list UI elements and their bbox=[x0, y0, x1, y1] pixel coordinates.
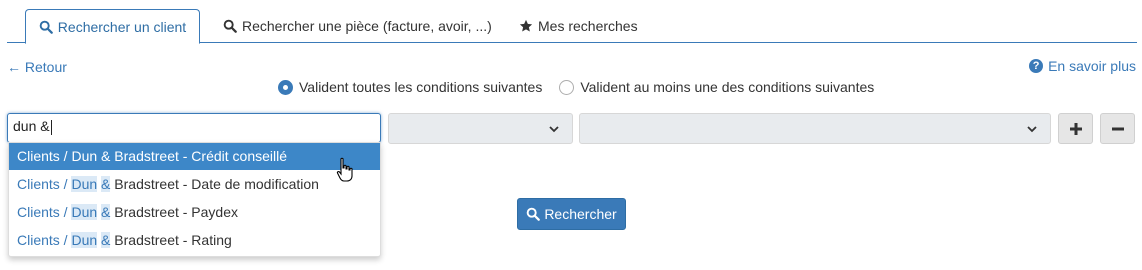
chevron-down-icon bbox=[1027, 126, 1037, 133]
radio-any-condition[interactable]: Valident au moins une des conditions sui… bbox=[559, 79, 874, 95]
tab-label: Mes recherches bbox=[538, 18, 638, 34]
tab-rechercher-client[interactable]: Rechercher un client bbox=[25, 9, 200, 44]
chevron-down-icon bbox=[549, 126, 559, 133]
option-suffix: Bradstreet - Crédit conseillé bbox=[110, 148, 288, 164]
value-select[interactable] bbox=[579, 113, 1051, 144]
tab-label: Rechercher une pièce (facture, avoir, ..… bbox=[242, 18, 492, 34]
help-label: En savoir plus bbox=[1048, 58, 1136, 74]
option-match: & bbox=[101, 148, 111, 164]
operator-select[interactable] bbox=[388, 113, 573, 144]
option-prefix: Clients / bbox=[17, 204, 72, 220]
condition-radios: Valident toutes les conditions suivantes… bbox=[278, 79, 874, 95]
tab-mes-recherches[interactable]: Mes recherches bbox=[519, 9, 638, 43]
autocomplete-dropdown: Clients / Dun & Bradstreet - Crédit cons… bbox=[8, 142, 381, 257]
search-icon bbox=[223, 19, 237, 33]
radio-all-conditions[interactable]: Valident toutes les conditions suivantes bbox=[278, 79, 542, 95]
autocomplete-option-date-modification[interactable]: Clients / Dun & Bradstreet - Date de mod… bbox=[9, 170, 380, 198]
option-suffix: Bradstreet - Rating bbox=[110, 232, 232, 248]
search-button-label: Rechercher bbox=[544, 206, 617, 222]
autocomplete-option-rating[interactable]: Clients / Dun & Bradstreet - Rating bbox=[9, 226, 380, 254]
search-icon bbox=[39, 20, 53, 34]
autocomplete-option-paydex[interactable]: Clients / Dun & Bradstreet - Paydex bbox=[9, 198, 380, 226]
plus-icon bbox=[1069, 122, 1082, 135]
back-label: ← Retour bbox=[7, 59, 67, 75]
question-icon: ? bbox=[1029, 59, 1044, 73]
criteria-field-value: dun & bbox=[13, 118, 50, 134]
star-icon bbox=[519, 19, 533, 32]
remove-criteria-button[interactable] bbox=[1100, 113, 1135, 144]
back-link[interactable]: ← Retour bbox=[7, 59, 67, 75]
option-match: & bbox=[101, 176, 111, 192]
tab-bar: Rechercher un client Rechercher une pièc… bbox=[7, 9, 1137, 44]
hand-cursor-icon bbox=[336, 157, 353, 182]
tab-rechercher-piece[interactable]: Rechercher une pièce (facture, avoir, ..… bbox=[223, 9, 492, 43]
minus-icon bbox=[1111, 127, 1124, 130]
tab-label: Rechercher un client bbox=[57, 18, 187, 35]
add-criteria-button[interactable] bbox=[1058, 113, 1093, 144]
autocomplete-option-credit-conseille[interactable]: Clients / Dun & Bradstreet - Crédit cons… bbox=[9, 143, 380, 170]
search-button[interactable]: Rechercher bbox=[517, 198, 626, 230]
search-icon bbox=[527, 207, 541, 221]
option-match: Dun bbox=[71, 176, 98, 192]
option-suffix: Bradstreet - Date de modification bbox=[110, 176, 319, 192]
option-suffix: Bradstreet - Paydex bbox=[110, 204, 239, 220]
radio-any-label: Valident au moins une des conditions sui… bbox=[580, 79, 875, 95]
option-prefix: Clients / bbox=[17, 148, 72, 164]
option-match: & bbox=[101, 232, 111, 248]
option-match: Dun bbox=[71, 232, 98, 248]
radio-checked[interactable] bbox=[278, 79, 293, 95]
radio-all-label: Valident toutes les conditions suivantes bbox=[299, 79, 543, 95]
radio-unchecked[interactable] bbox=[559, 79, 575, 95]
option-prefix: Clients / bbox=[17, 232, 72, 248]
option-match: & bbox=[101, 204, 111, 220]
option-prefix: Clients / bbox=[17, 176, 72, 192]
text-caret bbox=[50, 119, 52, 135]
help-link[interactable]: ? En savoir plus bbox=[1029, 58, 1136, 74]
option-match: Dun bbox=[71, 204, 98, 220]
criteria-field-input[interactable]: dun & bbox=[7, 113, 381, 143]
option-match: Dun bbox=[71, 148, 98, 164]
